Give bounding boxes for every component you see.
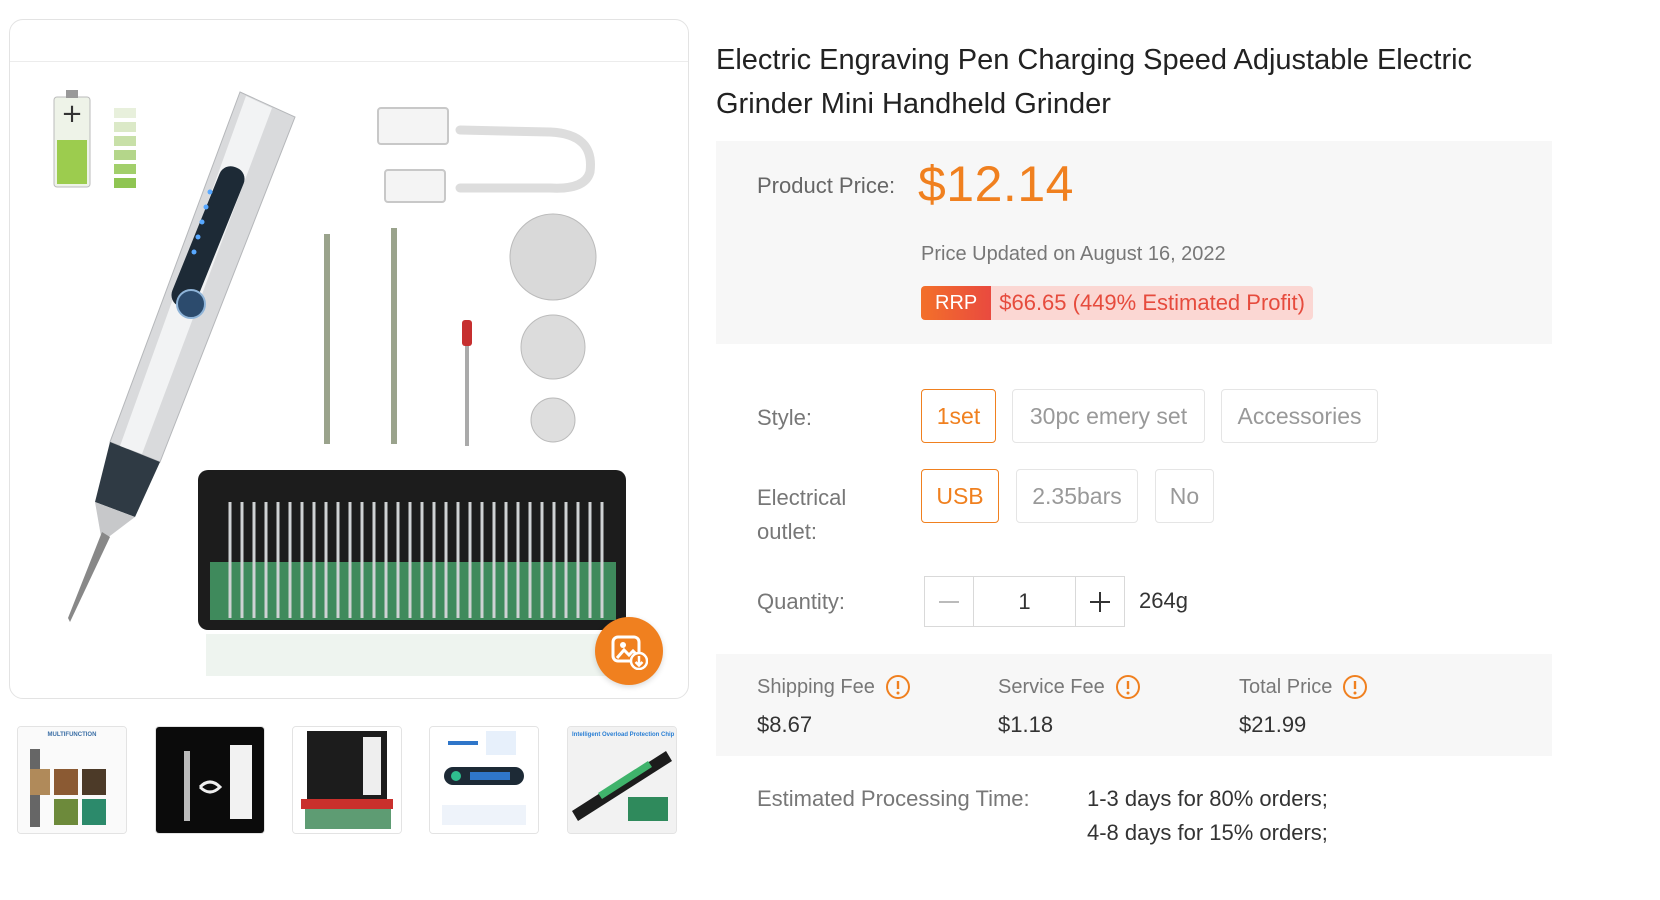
price-panel: Product Price: $12.14 Price Updated on A… <box>716 141 1552 344</box>
shipping-fee-info-icon[interactable] <box>885 674 911 700</box>
minus-icon <box>939 600 959 603</box>
product-price-label: Product Price: <box>757 173 896 198</box>
main-product-image[interactable]: + <box>9 19 689 699</box>
service-fee-value: $1.18 <box>998 712 1054 737</box>
electrical-outlet-label-line2: outlet: <box>757 519 817 544</box>
service-fee-info-icon[interactable] <box>1115 674 1141 700</box>
product-title: Electric Engraving Pen Charging Speed Ad… <box>716 44 1473 120</box>
cutting-disc-small <box>530 397 576 443</box>
thumbnail-caption: Intelligent Overload Protection Chip <box>572 732 675 738</box>
thumbnail-image <box>156 727 264 833</box>
rrp-profit-text: $66.65 (449% Estimated Profit) <box>991 286 1313 320</box>
thumbnail-image: Intelligent Overload Protection Chip <box>568 727 676 833</box>
download-image-button[interactable] <box>595 617 663 685</box>
quantity-decrease-button[interactable] <box>924 576 974 627</box>
thumbnail-image <box>293 727 401 833</box>
image-top-bar <box>10 20 688 62</box>
quantity-label: Quantity: <box>757 589 846 614</box>
style-option-30pc-emery-set[interactable]: 30pc emery set <box>1012 389 1205 443</box>
thumbnail-1[interactable]: MULTIFUNCTION <box>17 726 127 834</box>
shipping-fee-value: $8.67 <box>757 712 813 737</box>
price-updated-date: Price Updated on August 16, 2022 <box>921 243 1226 265</box>
style-label: Style: <box>757 405 813 430</box>
cutting-disc-medium <box>520 314 586 380</box>
bit-case <box>198 470 626 676</box>
style-option-accessories[interactable]: Accessories <box>1221 389 1378 443</box>
outlet-option-usb[interactable]: USB <box>921 469 999 523</box>
thumbnail-5[interactable]: Intelligent Overload Protection Chip <box>567 726 677 834</box>
quantity-increase-button[interactable] <box>1075 576 1125 627</box>
usb-cable <box>377 107 595 203</box>
product-photo: + <box>53 90 626 676</box>
thumbnail-image <box>430 727 538 833</box>
thumbnail-strip: MULTIFUNCTION Intelligent Overload Prote… <box>17 726 697 836</box>
outlet-option-2-35bars[interactable]: 2.35bars <box>1016 469 1138 523</box>
plus-icon <box>1090 591 1110 612</box>
thumbnail-2[interactable] <box>155 726 265 834</box>
cutting-disc-large <box>509 213 597 301</box>
product-price: $12.14 <box>918 156 1074 212</box>
processing-time-line-1: 1-3 days for 80% orders; <box>1087 786 1328 811</box>
processing-time-label: Estimated Processing Time: <box>757 786 1030 811</box>
shipping-fee: Shipping Fee $8.67 <box>757 672 911 738</box>
rrp-tag: RRP <box>921 286 992 320</box>
product-weight: 264g <box>1139 588 1188 613</box>
electrical-outlet-label: Electrical <box>757 485 847 510</box>
total-price-value: $21.99 <box>1239 712 1307 737</box>
total-price-label: Total Price <box>1239 675 1333 698</box>
thumbnail-caption: MULTIFUNCTION <box>48 732 97 738</box>
fees-panel: Shipping Fee $8.67 Service Fee $1.18 Tot… <box>716 654 1552 756</box>
thumbnail-4[interactable] <box>429 726 539 834</box>
thumbnail-3[interactable] <box>292 726 402 834</box>
service-fee: Service Fee $1.18 <box>998 672 1141 738</box>
rrp-badge: RRP $66.65 (449% Estimated Profit) <box>921 286 1313 320</box>
svg-text:+: + <box>61 99 83 129</box>
shipping-fee-label: Shipping Fee <box>757 675 875 698</box>
processing-time-line-2: 4-8 days for 15% orders; <box>1087 820 1328 845</box>
total-price: Total Price $21.99 <box>1239 672 1368 738</box>
image-download-icon <box>611 635 648 670</box>
total-price-info-icon[interactable] <box>1342 674 1368 700</box>
quantity-input[interactable] <box>974 576 1075 627</box>
battery-icon: + <box>53 90 136 188</box>
drill-bits <box>324 228 472 446</box>
thumbnail-image: MULTIFUNCTION <box>18 727 126 833</box>
outlet-option-no[interactable]: No <box>1155 469 1214 523</box>
style-option-1set[interactable]: 1set <box>921 389 996 443</box>
service-fee-label: Service Fee <box>998 675 1105 698</box>
